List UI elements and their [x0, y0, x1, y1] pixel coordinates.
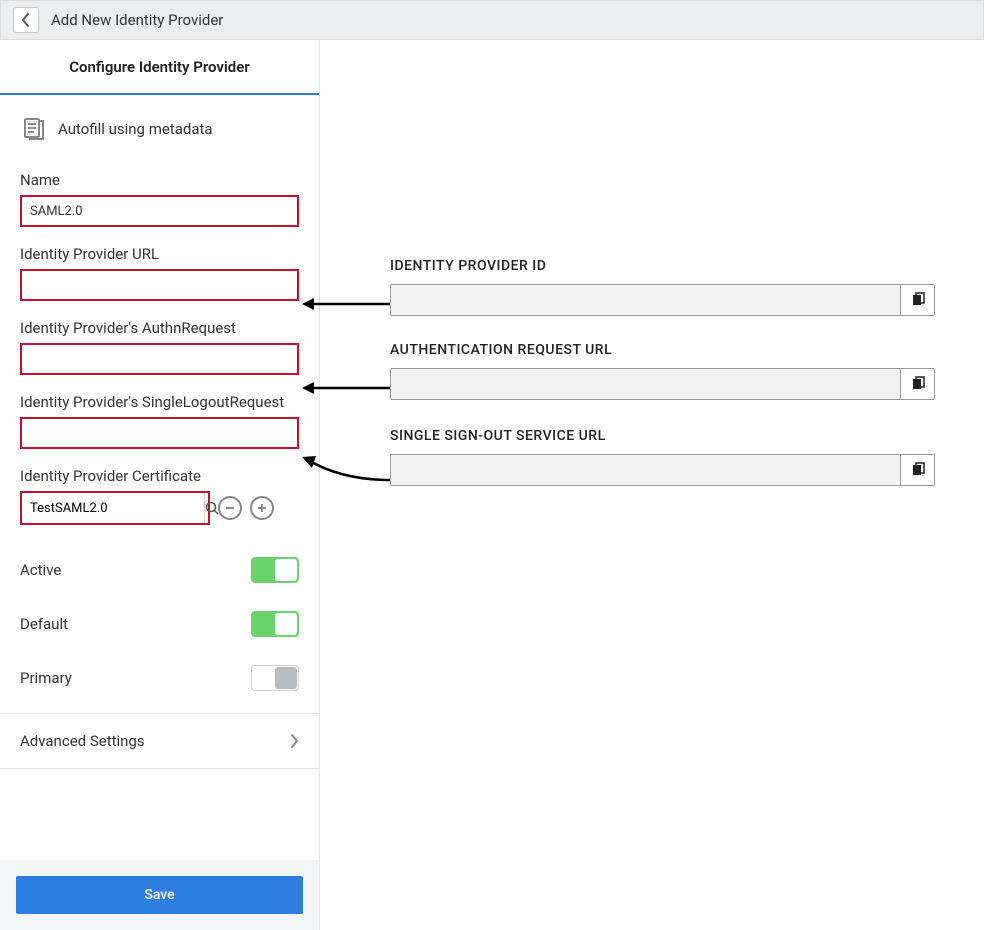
copy-icon [910, 462, 926, 478]
default-label: Default [20, 615, 68, 633]
save-button[interactable]: Save [16, 876, 303, 914]
cert-search-button[interactable] [204, 493, 219, 523]
copy-icon [910, 376, 926, 392]
back-button[interactable] [13, 7, 39, 33]
primary-label: Primary [20, 669, 72, 687]
tab-configure[interactable]: Configure Identity Provider [0, 40, 319, 95]
ref-idp-id-input[interactable] [391, 285, 900, 315]
ref-sso-label: SINGLE SIGN-OUT SERVICE URL [390, 428, 935, 444]
cert-add-button[interactable] [250, 496, 274, 520]
idp-url-input[interactable] [20, 269, 299, 301]
authn-input[interactable] [20, 343, 299, 375]
name-label: Name [20, 171, 299, 189]
active-toggle[interactable] [251, 557, 299, 583]
advanced-settings-row[interactable]: Advanced Settings [0, 713, 319, 769]
slo-label: Identity Provider's SingleLogoutRequest [20, 393, 299, 411]
minus-icon [224, 502, 236, 514]
ref-auth-copy[interactable] [900, 369, 934, 399]
active-label: Active [20, 561, 61, 579]
search-icon [205, 501, 219, 515]
cert-remove-button[interactable] [218, 496, 242, 520]
primary-toggle[interactable] [251, 665, 299, 691]
chevron-left-icon [21, 13, 31, 27]
left-panel: Configure Identity Provider Autofill usi… [0, 40, 320, 930]
name-input[interactable] [20, 195, 299, 227]
autofill-label: Autofill using metadata [58, 120, 213, 138]
slo-input[interactable] [20, 417, 299, 449]
cert-input[interactable] [22, 501, 204, 516]
copy-icon [910, 292, 926, 308]
ref-sso-input[interactable] [391, 455, 900, 485]
autofill-metadata-button[interactable]: Autofill using metadata [20, 115, 299, 143]
ref-idp-id-copy[interactable] [900, 285, 934, 315]
advanced-label: Advanced Settings [20, 732, 145, 750]
authn-label: Identity Provider's AuthnRequest [20, 319, 299, 337]
ref-sso-copy[interactable] [900, 455, 934, 485]
header-bar: Add New Identity Provider [0, 0, 984, 40]
page-title: Add New Identity Provider [51, 11, 223, 29]
plus-icon [256, 502, 268, 514]
idp-url-label: Identity Provider URL [20, 245, 299, 263]
cert-label: Identity Provider Certificate [20, 467, 299, 485]
chevron-right-icon [289, 734, 299, 748]
right-panel: IDENTITY PROVIDER ID AUTHENTICATION REQU… [320, 40, 984, 930]
ref-auth-label: AUTHENTICATION REQUEST URL [390, 342, 935, 358]
ref-idp-id-label: IDENTITY PROVIDER ID [390, 258, 935, 274]
ref-auth-input[interactable] [391, 369, 900, 399]
document-icon [20, 115, 48, 143]
default-toggle[interactable] [251, 611, 299, 637]
